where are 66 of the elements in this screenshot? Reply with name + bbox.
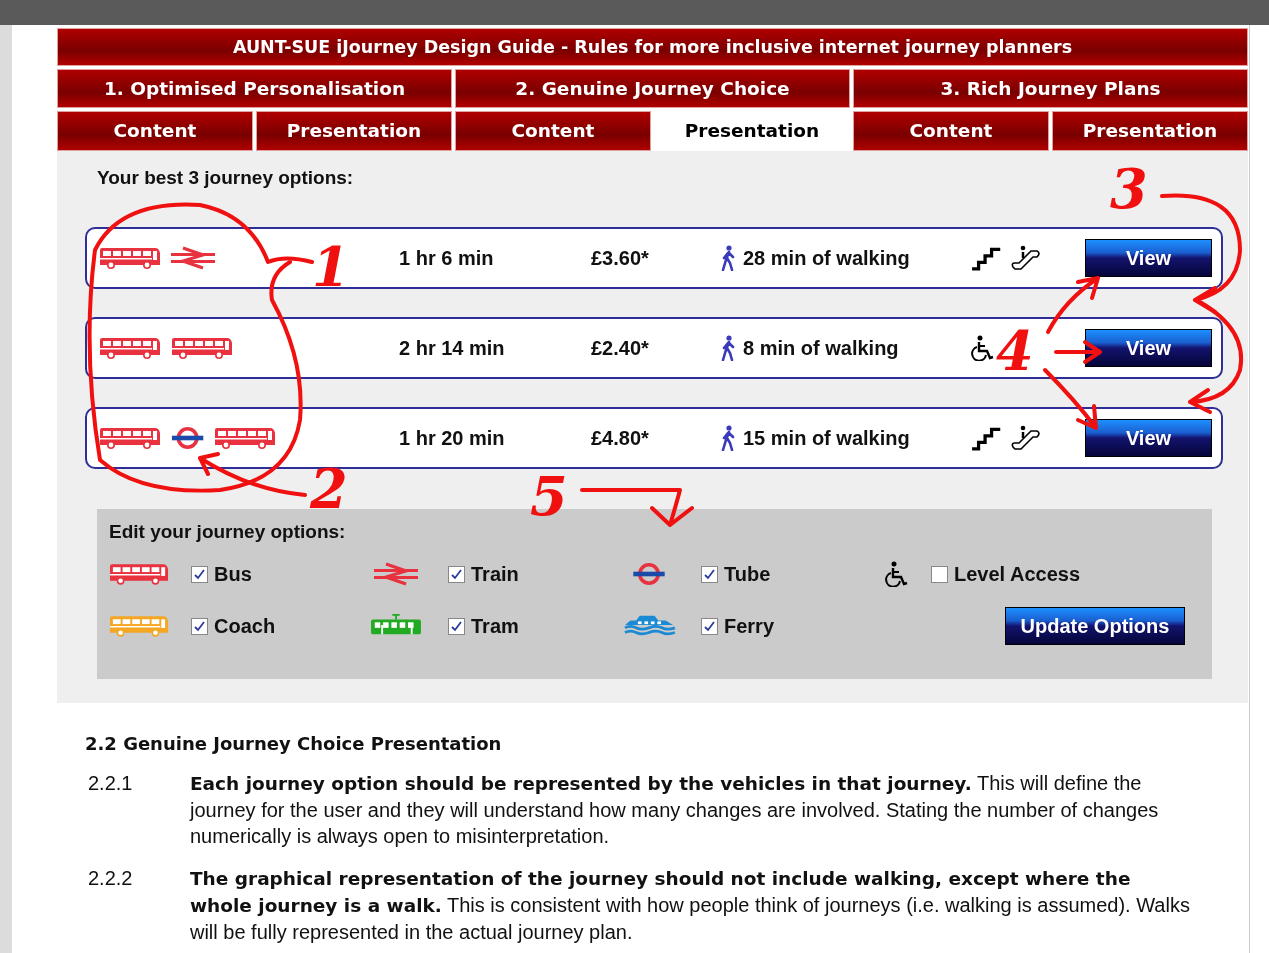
annotation-number: 4 <box>996 324 1034 378</box>
clause-text: Each journey option should be represented by the vehicles in that journey. This will define the journey for the user and they will understand how many changes are involved. Stating the number of changes numerically is always open to misinterpretation. <box>190 771 1160 849</box>
view-button[interactable]: View <box>1085 329 1212 367</box>
annotation-number: 2 <box>310 462 348 516</box>
journeys-heading: Your best 3 journey options: <box>97 167 354 189</box>
walking-time: 8 min of walking <box>743 336 899 360</box>
bus-icon <box>109 563 169 585</box>
bus-icon <box>171 337 233 359</box>
checkbox[interactable] <box>448 617 465 635</box>
journey-duration: 1 hr 20 min <box>399 426 506 450</box>
checkbox[interactable] <box>191 617 208 635</box>
bus-icon <box>99 427 161 449</box>
view-button[interactable]: View <box>1085 419 1212 457</box>
sub-tab[interactable]: Presentation <box>256 111 452 151</box>
stairs-icon <box>971 425 1002 451</box>
sub-tab[interactable]: Content <box>853 111 1049 151</box>
walking-person-icon <box>721 335 735 361</box>
section-heading: 2.2 Genuine Journey Choice Presentation <box>85 733 503 754</box>
checkbox[interactable] <box>701 617 718 635</box>
sub-tab[interactable]: Presentation <box>1052 111 1248 151</box>
option-label: Level Access <box>954 562 1080 586</box>
journey-duration: 2 hr 14 min <box>399 336 506 360</box>
walking-person-icon <box>721 245 735 271</box>
option-label: Bus <box>214 562 252 586</box>
section-tab[interactable]: 3. Rich Journey Plans <box>853 69 1248 108</box>
journey-price: £2.40* <box>591 336 650 360</box>
bus-icon <box>214 427 277 449</box>
section-tab[interactable]: 2. Genuine Journey Choice <box>455 69 850 108</box>
escalator-icon <box>1011 245 1042 271</box>
walking-person-icon <box>721 425 735 451</box>
journey-duration: 1 hr 6 min <box>399 246 495 270</box>
checkbox[interactable] <box>448 565 465 583</box>
walking-time: 15 min of walking <box>743 426 910 450</box>
journey-price: £3.60* <box>591 246 650 270</box>
annotation-number: 3 <box>1110 162 1148 216</box>
walking-time: 28 min of walking <box>743 246 910 270</box>
escalator-icon <box>1011 425 1042 451</box>
journey-price: £4.80* <box>591 426 650 450</box>
option-label: Tram <box>471 614 519 638</box>
underground-roundel-icon <box>171 426 205 450</box>
sub-tab[interactable]: Content <box>57 111 253 151</box>
update-options-button[interactable]: Update Options <box>1005 607 1185 645</box>
stairs-icon <box>971 245 1002 271</box>
bus-icon <box>99 337 161 359</box>
sub-tab[interactable]: Content <box>455 111 651 151</box>
options-heading: Edit your journey options: <box>109 521 347 543</box>
option-label: Coach <box>214 614 276 638</box>
option-label: Train <box>471 562 519 586</box>
coach-icon <box>109 615 169 637</box>
page-title: AUNT-SUE iJourney Design Guide - Rules for more inclusive internet journey planners <box>57 28 1248 66</box>
option-label: Tube <box>724 562 771 586</box>
option-label: Ferry <box>724 614 774 638</box>
clause-number: 2.2.1 <box>87 771 134 796</box>
clause-text: The graphical representation of the journey should not include walking, except where the whole journey is a walk. This is consistent with how people think of journeys (i.e. walking is assumed). Walks will be fully represented in the actual journey plan. <box>190 867 1190 945</box>
section-tab[interactable]: 1. Optimised Personalisation <box>57 69 452 108</box>
train-icon <box>171 246 215 270</box>
checkbox[interactable] <box>931 565 948 583</box>
annotation-number: 5 <box>530 470 568 524</box>
annotation-number: 1 <box>312 240 350 294</box>
view-button[interactable]: View <box>1085 239 1212 277</box>
checkbox[interactable] <box>701 565 718 583</box>
wheelchair-icon <box>971 335 995 361</box>
clause-number: 2.2.2 <box>87 866 134 891</box>
bus-icon <box>99 247 161 269</box>
wheelchair-icon <box>885 561 909 587</box>
checkbox[interactable] <box>191 565 208 583</box>
